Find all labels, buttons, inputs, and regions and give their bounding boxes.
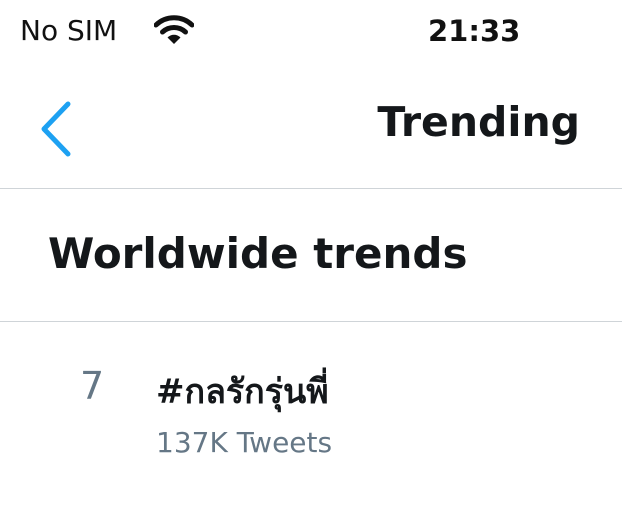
section-title: Worldwide trends <box>48 229 468 278</box>
navigation-bar: Trending <box>0 64 622 189</box>
section-header: Worldwide trends <box>0 189 622 322</box>
back-button[interactable] <box>28 94 88 164</box>
carrier-label: No SIM <box>20 14 118 47</box>
clock: 21:33 <box>428 14 521 48</box>
wifi-icon <box>153 14 195 46</box>
trend-name: #กลรักรุ่นพี่ <box>156 372 329 412</box>
status-bar: No SIM 21:33 <box>0 0 622 64</box>
chevron-left-icon <box>28 94 88 164</box>
trend-row[interactable]: 7 #กลรักรุ่นพี่ 137K Tweets <box>0 322 622 462</box>
trend-rank: 7 <box>80 364 105 408</box>
trend-tweet-count: 137K Tweets <box>156 426 333 459</box>
page-title: Trending <box>377 98 580 146</box>
